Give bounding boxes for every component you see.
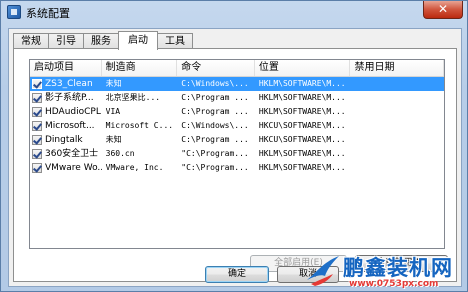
title-bar[interactable]: 系统配置 ✕ (1, 1, 467, 23)
startup-item-checkbox[interactable] (32, 79, 42, 89)
command-cell: C:\Windows\... (181, 79, 249, 88)
column-header-disabled-date[interactable]: 禁用日期 (350, 60, 444, 76)
tab-strip: 常规 引导 服务 启动 工具 (13, 31, 193, 50)
location-cell: HKLM\SOFTWARE\M... (258, 93, 346, 102)
system-config-icon (7, 5, 21, 19)
tab-tools[interactable]: 工具 (157, 33, 193, 49)
command-cell: C:\Windows\... (181, 121, 249, 130)
startup-item-cell: VMware Wo... (30, 161, 102, 175)
startup-item-checkbox[interactable] (32, 121, 42, 131)
startup-item-cell: 影子系统P... (30, 91, 102, 105)
startup-item-checkbox[interactable] (32, 149, 42, 159)
startup-item-name: ZS3_Clean (45, 79, 93, 89)
tab-startup[interactable]: 启动 (118, 31, 158, 50)
column-header-item[interactable]: 启动项目 (30, 60, 102, 76)
startup-items-list[interactable]: 启动项目 制造商 命令 位置 禁用日期 ZS3_Clean 未知 C:\Window… (29, 59, 445, 249)
startup-row[interactable]: ZS3_Clean 未知 C:\Windows\... HKLM\SOFTWARE\M… (30, 77, 444, 91)
startup-item-name: VMware Wo... (45, 163, 102, 173)
startup-row[interactable]: Microsoft... Microsoft C... C:\Windows\...… (30, 119, 444, 133)
startup-tab-panel: 启动项目 制造商 命令 位置 禁用日期 ZS3_Clean 未知 C:\Window… (13, 48, 457, 282)
manufacturer-cell: 未知 (105, 79, 122, 88)
location-cell: HKCU\SOFTWARE\M... (258, 135, 346, 144)
startup-item-checkbox[interactable] (32, 93, 42, 103)
location-cell: HKLM\SOFTWARE\M... (258, 163, 346, 172)
site-watermark: 鹏鑫装机网 www.0753px.com (303, 252, 468, 292)
startup-item-cell: ZS3_Clean (30, 77, 102, 91)
startup-row[interactable]: Dingtalk 未知 C:\Program ... HKCU\SOFTWARE\M.… (30, 133, 444, 147)
manufacturer-cell: 未知 (105, 135, 122, 144)
ok-button[interactable]: 确定 (205, 266, 269, 283)
manufacturer-cell: 北京坚果比... (105, 93, 161, 102)
startup-item-cell: Microsoft... (30, 119, 102, 133)
close-button[interactable]: ✕ (423, 1, 463, 19)
startup-row[interactable]: HDAudioCPL VIA C:\Program ... HKLM\SOFTWARE… (30, 105, 444, 119)
startup-item-checkbox[interactable] (32, 135, 42, 145)
tab-general[interactable]: 常规 (13, 33, 49, 49)
command-cell: C:\Program ... (181, 135, 249, 144)
list-header: 启动项目 制造商 命令 位置 禁用日期 (30, 60, 444, 77)
startup-item-name: Dingtalk (45, 135, 83, 145)
manufacturer-cell: Microsoft C... (105, 121, 174, 130)
manufacturer-cell: 360.cn (105, 149, 135, 158)
startup-item-checkbox[interactable] (32, 107, 42, 117)
startup-item-checkbox[interactable] (32, 163, 42, 173)
column-header-manufacturer[interactable]: 制造商 (102, 60, 178, 76)
location-cell: HKLM\SOFTWARE\M... (258, 107, 346, 116)
command-cell: C:\Program ... (181, 93, 249, 102)
location-cell: HKLM\SOFTWARE\M... (258, 79, 346, 88)
startup-row[interactable]: VMware Wo... VMware, Inc. "C:\Program... HK… (30, 161, 444, 175)
dialog-client-area: 常规 引导 服务 启动 工具 启动项目 制造商 命令 位置 禁用日期 ZS3_C… (8, 28, 462, 287)
command-cell: "C:\Program... (181, 149, 249, 158)
tab-boot[interactable]: 引导 (48, 33, 84, 49)
watermark-url: www.0753px.com (349, 279, 439, 289)
location-cell: HKCU\SOFTWARE\M... (258, 121, 346, 130)
startup-item-cell: HDAudioCPL (30, 105, 102, 119)
startup-item-name: HDAudioCPL (45, 107, 101, 117)
startup-item-name: 360安全卫士 (45, 149, 99, 159)
bird-logo-icon (307, 256, 339, 286)
system-config-window: 系统配置 ✕ 常规 引导 服务 启动 工具 启动项目 制造商 命令 位置 禁用日… (0, 0, 468, 292)
startup-item-cell: Dingtalk (30, 133, 102, 147)
watermark-title: 鹏鑫装机网 (343, 256, 453, 280)
window-title: 系统配置 (26, 7, 70, 20)
startup-row[interactable]: 360安全卫士 360.cn "C:\Program... HKLM\SOFTWARE… (30, 147, 444, 161)
tab-services[interactable]: 服务 (83, 33, 119, 49)
location-cell: HKLM\SOFTWARE\M... (258, 149, 346, 158)
startup-item-name: 影子系统P... (45, 93, 94, 103)
list-rows: ZS3_Clean 未知 C:\Windows\... HKLM\SOFTWARE\M… (30, 77, 444, 175)
startup-row[interactable]: 影子系统P... 北京坚果比... C:\Program ... HKLM\SOFTW… (30, 91, 444, 105)
startup-item-name: Microsoft... (45, 121, 95, 131)
command-cell: "C:\Program... (181, 163, 249, 172)
startup-item-cell: 360安全卫士 (30, 147, 102, 161)
manufacturer-cell: VMware, Inc. (105, 163, 164, 172)
command-cell: C:\Program ... (181, 107, 249, 116)
manufacturer-cell: VIA (105, 107, 121, 116)
column-header-command[interactable]: 命令 (177, 60, 255, 76)
column-header-location[interactable]: 位置 (255, 60, 351, 76)
